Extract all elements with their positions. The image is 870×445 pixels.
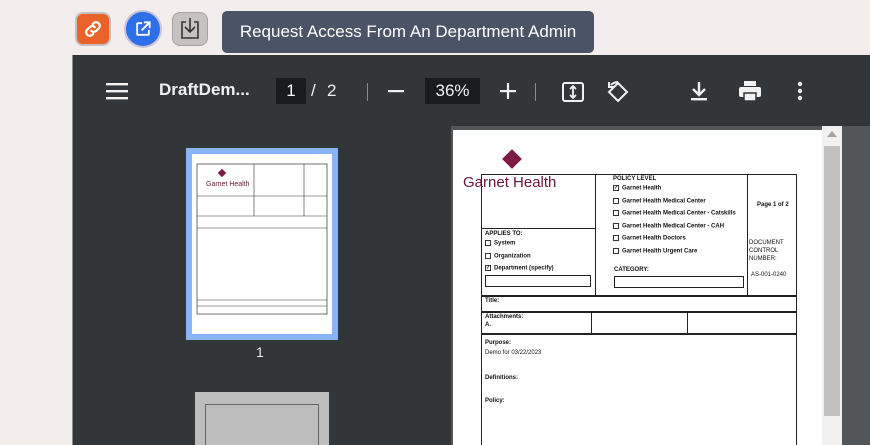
link-icon bbox=[85, 21, 101, 37]
checkbox-item: System bbox=[485, 240, 554, 247]
checkbox-icon bbox=[613, 235, 619, 242]
checkbox-label: Garnet Health Medical Center bbox=[622, 198, 706, 205]
attachments-row bbox=[481, 312, 797, 334]
page-thumbnail-2[interactable] bbox=[195, 392, 329, 445]
department-field bbox=[485, 275, 591, 287]
form-divider bbox=[687, 312, 688, 334]
form-divider bbox=[481, 228, 595, 229]
definitions-label: Definitions: bbox=[485, 375, 518, 381]
page-separator: / bbox=[311, 81, 316, 100]
page-of-label: Page 1 of 2 bbox=[757, 202, 789, 208]
external-link-icon bbox=[136, 21, 151, 36]
checkbox-icon bbox=[613, 247, 619, 254]
thumbnail-sidebar: Garnet Health 1 bbox=[73, 126, 451, 445]
fit-to-page-button[interactable] bbox=[561, 80, 585, 104]
copy-link-button[interactable] bbox=[75, 12, 111, 46]
doc-control-label-2: CONTROL bbox=[749, 248, 779, 254]
page-number-input[interactable]: 1 bbox=[276, 78, 306, 104]
checkbox-label: Department (specify) bbox=[494, 265, 554, 272]
vertical-scrollbar[interactable] bbox=[822, 126, 842, 445]
toolbar-divider bbox=[367, 83, 368, 101]
page-thumbnail-1[interactable]: Garnet Health bbox=[186, 148, 338, 340]
thumbnail-page-preview bbox=[205, 404, 319, 445]
checkbox-item: Garnet Health Medical Center - Catskills bbox=[613, 210, 736, 217]
checkbox-label: Garnet Health Medical Center - CAH bbox=[622, 223, 725, 230]
svg-text:Garnet Health: Garnet Health bbox=[206, 181, 250, 188]
applies-to-list: System Organization ✓ Department (specify) bbox=[485, 240, 554, 278]
scroll-thumb[interactable] bbox=[824, 146, 840, 416]
checkbox-item: Garnet Health Medical Center bbox=[613, 197, 736, 205]
purpose-label: Purpose: bbox=[485, 340, 512, 346]
attachments-label: Attachments: bbox=[485, 314, 524, 320]
policy-label: Policy: bbox=[485, 398, 505, 404]
checkbox-label: Garnet Health Urgent Care bbox=[622, 248, 698, 255]
pdf-viewer: DraftDem... 1 / 2 36% Garnet Health 1 Ga… bbox=[72, 55, 870, 445]
fit-page-icon bbox=[562, 82, 584, 102]
menu-icon[interactable] bbox=[105, 81, 129, 101]
download-button[interactable] bbox=[687, 79, 711, 103]
checkbox-icon bbox=[613, 222, 619, 229]
thumbnail-form-preview: Garnet Health bbox=[196, 163, 328, 315]
title-row bbox=[481, 296, 797, 312]
form-divider bbox=[595, 174, 596, 296]
pdf-page-1: Garnet Health POLICY LEVEL ✓ Garnet Healt… bbox=[453, 130, 823, 445]
zoom-level-input[interactable]: 36% bbox=[425, 78, 480, 104]
tooltip: Request Access From An Department Admin bbox=[222, 11, 594, 53]
checkbox-item: Garnet Health Urgent Care bbox=[613, 247, 736, 255]
checkbox-label: System bbox=[494, 240, 516, 247]
pdf-page-area: Garnet Health POLICY LEVEL ✓ Garnet Healt… bbox=[451, 126, 870, 445]
checked-checkbox-icon: ✓ bbox=[613, 185, 619, 191]
document-title: DraftDem... bbox=[159, 80, 250, 99]
rotate-button[interactable] bbox=[605, 79, 631, 105]
policy-level-label: POLICY LEVEL bbox=[613, 176, 657, 182]
checkbox-label: Organization bbox=[494, 253, 531, 260]
more-options-icon[interactable] bbox=[789, 79, 811, 103]
category-field bbox=[614, 276, 744, 288]
checkbox-item: ✓ Garnet Health bbox=[613, 185, 736, 192]
form-divider bbox=[591, 312, 592, 334]
print-button[interactable] bbox=[737, 79, 763, 103]
download-icon bbox=[691, 82, 707, 101]
download-tray-icon bbox=[181, 18, 199, 39]
title-label: Title: bbox=[485, 298, 500, 304]
thumbnail-page-preview: Garnet Health bbox=[192, 154, 332, 334]
purpose-value: Demo for 03/22/2023 bbox=[485, 350, 542, 356]
checkbox-icon bbox=[613, 210, 619, 217]
scroll-up-arrow-icon[interactable] bbox=[827, 131, 837, 137]
toolbar-divider bbox=[535, 83, 536, 101]
request-access-button[interactable] bbox=[172, 12, 208, 46]
thumbnail-page-number: 1 bbox=[256, 344, 264, 360]
open-external-button[interactable] bbox=[124, 10, 162, 48]
checkbox-icon bbox=[485, 240, 491, 246]
category-label: CATEGORY: bbox=[614, 267, 649, 273]
applies-to-label: APPLIES TO: bbox=[485, 231, 523, 237]
doc-control-number: AS-001-0240 bbox=[751, 272, 787, 278]
zoom-out-button[interactable] bbox=[385, 80, 407, 102]
checked-checkbox-icon: ✓ bbox=[485, 265, 491, 272]
pdf-toolbar: DraftDem... 1 / 2 36% bbox=[73, 55, 870, 126]
checkbox-item: Garnet Health Medical Center - CAH bbox=[613, 222, 736, 230]
checkbox-icon bbox=[613, 197, 619, 204]
logo-brand: Garnet Health bbox=[463, 174, 557, 191]
checkbox-label: Garnet Health Medical Center - Catskills bbox=[622, 210, 736, 217]
checkbox-label: Garnet Health bbox=[622, 185, 662, 192]
minus-icon bbox=[388, 90, 404, 93]
print-icon bbox=[739, 81, 761, 102]
checkbox-icon bbox=[485, 252, 491, 259]
plus-icon bbox=[500, 83, 516, 99]
rotate-icon bbox=[607, 81, 629, 103]
doc-control-label-3: NUMBER: bbox=[749, 256, 777, 262]
policy-level-list: ✓ Garnet Health Garnet Health Medical Cent… bbox=[613, 185, 736, 260]
zoom-in-button[interactable] bbox=[497, 80, 519, 102]
total-pages: 2 bbox=[327, 81, 337, 100]
checkbox-item: Garnet Health Doctors bbox=[613, 235, 736, 242]
garnet-health-logo-icon bbox=[502, 149, 522, 169]
checkbox-item: ✓ Department (specify) bbox=[485, 265, 554, 272]
form-divider bbox=[747, 174, 748, 296]
checkbox-label: Garnet Health Doctors bbox=[622, 235, 686, 242]
attachments-value: A. bbox=[485, 322, 491, 328]
checkbox-item: Organization bbox=[485, 252, 554, 260]
doc-control-label-1: DOCUMENT bbox=[749, 240, 784, 246]
